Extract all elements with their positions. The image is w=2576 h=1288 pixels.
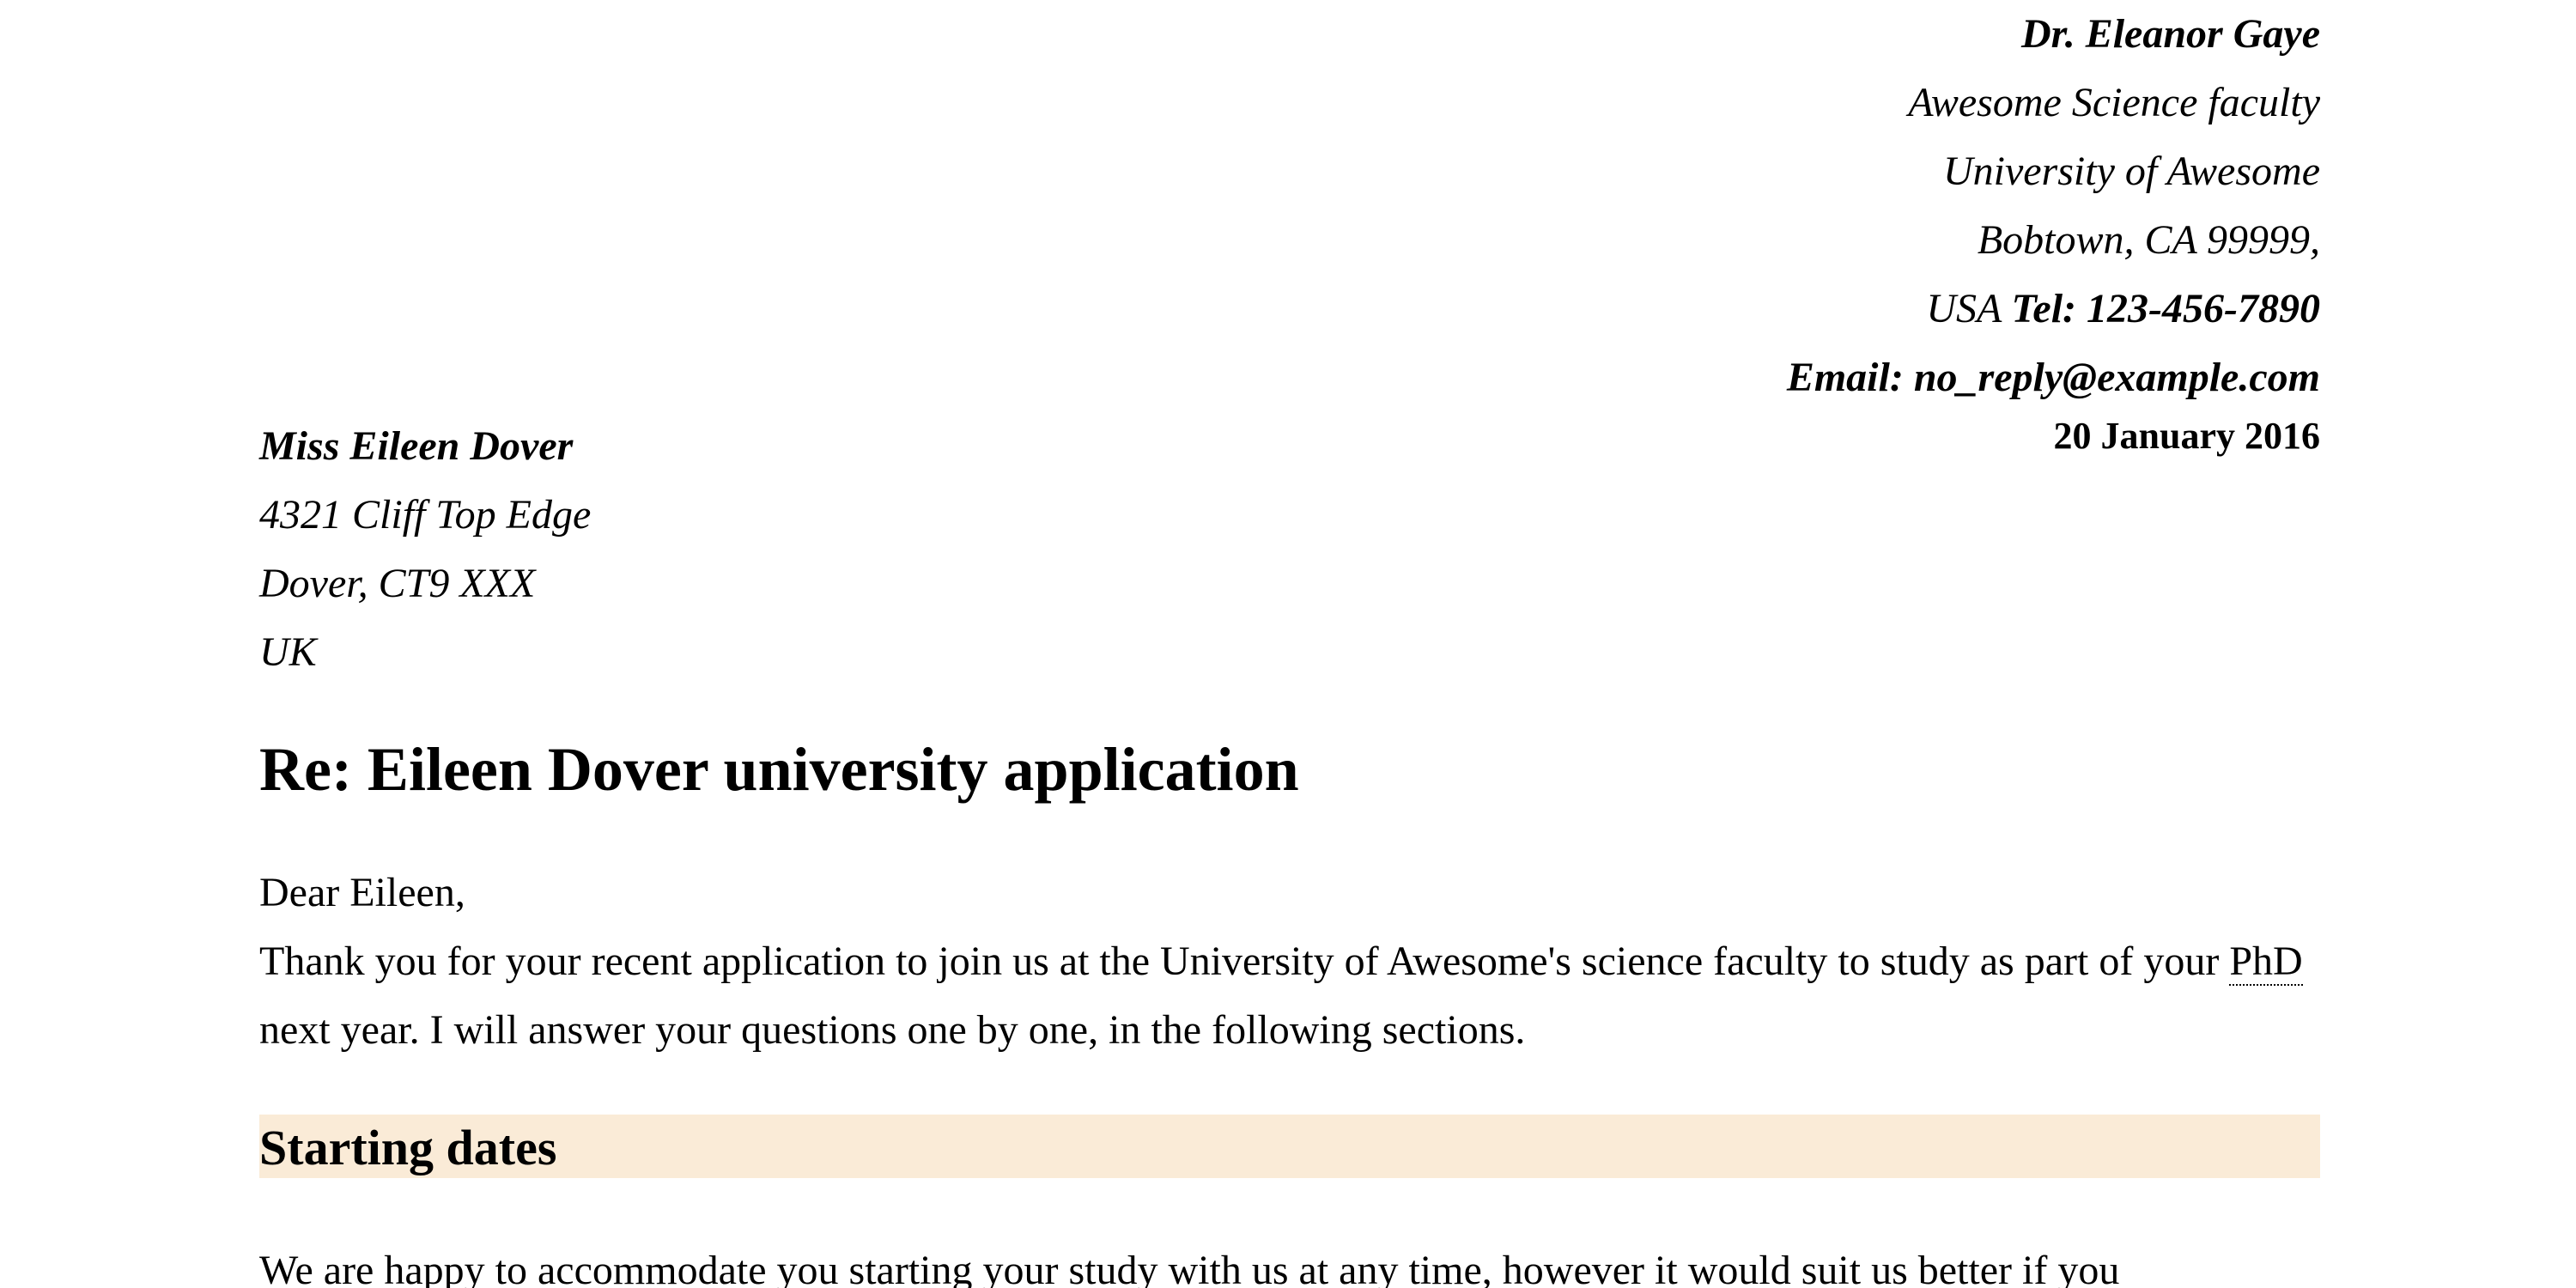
intro-text-part2: next year. I will answer your questions … bbox=[259, 1007, 1526, 1053]
sender-tel: Tel: 123-456-7890 bbox=[2011, 286, 2320, 331]
sender-address: Dr. Eleanor Gaye Awesome Science faculty… bbox=[1787, 0, 2320, 412]
sender-country-tel-line: USA Tel: 123-456-7890 bbox=[1787, 275, 2320, 343]
intro-text-part1: Thank you for your recent application to… bbox=[259, 939, 2230, 984]
sender-email: Email: no_reply@example.com bbox=[1786, 355, 2320, 400]
sender-faculty: Awesome Science faculty bbox=[1908, 80, 2320, 125]
letter-subject: Re: Eileen Dover university application bbox=[259, 735, 1299, 804]
phd-abbreviation: PhD bbox=[2229, 939, 2303, 986]
recipient-name: Miss Eileen Dover bbox=[259, 423, 574, 469]
starting-dates-paragraph: We are happy to accommodate you starting… bbox=[259, 1248, 2120, 1288]
sender-country: USA bbox=[1926, 286, 2002, 331]
recipient-address: Miss Eileen Dover 4321 Cliff Top Edge Do… bbox=[259, 412, 591, 687]
sender-city: Bobtown, CA 99999, bbox=[1977, 217, 2320, 263]
recipient-street: 4321 Cliff Top Edge bbox=[259, 492, 592, 538]
letter-date: 20 January 2016 bbox=[2053, 415, 2320, 457]
section-heading-starting-dates: Starting dates bbox=[259, 1115, 2320, 1178]
intro-paragraph: Thank you for your recent application to… bbox=[259, 927, 2320, 1065]
recipient-city: Dover, CT9 XXX bbox=[259, 561, 536, 606]
recipient-country: UK bbox=[259, 629, 317, 675]
salutation: Dear Eileen, bbox=[259, 870, 465, 915]
sender-name: Dr. Eleanor Gaye bbox=[2021, 11, 2320, 57]
sender-university: University of Awesome bbox=[1942, 149, 2320, 194]
